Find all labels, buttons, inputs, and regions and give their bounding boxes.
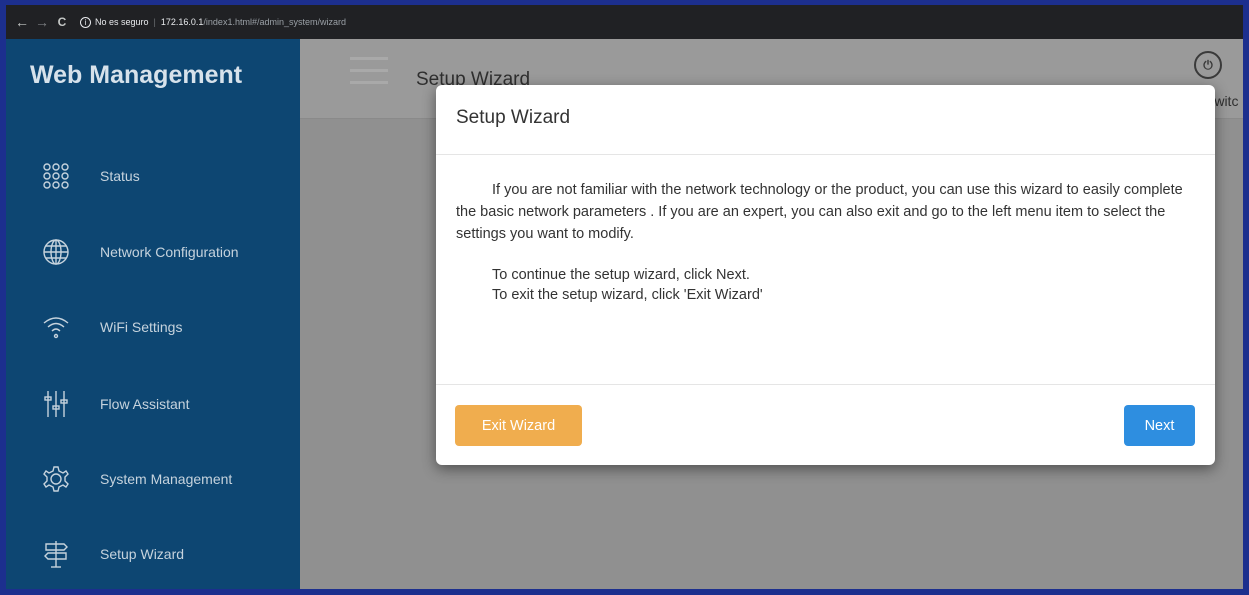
sidebar-item-label: Network Configuration [100, 244, 239, 260]
sidebar: Web Management Status Network Configurat… [6, 39, 300, 589]
sidebar-item-network-configuration[interactable]: Network Configuration [6, 227, 300, 277]
screenshot-frame: ← → C i No es seguro | 172.16.0.1 /index… [0, 0, 1249, 595]
url-host: 172.16.0.1 [160, 17, 204, 27]
gear-icon [39, 462, 73, 496]
url-separator: | [153, 17, 156, 27]
globe-icon [39, 235, 73, 269]
sidebar-item-status[interactable]: Status [6, 151, 300, 201]
dialog-footer: Exit Wizard Next [436, 385, 1215, 465]
sidebar-item-setup-wizard[interactable]: Setup Wizard [6, 529, 300, 579]
sidebar-item-label: System Management [100, 471, 233, 487]
sliders-icon [39, 387, 73, 421]
back-button[interactable]: ← [12, 14, 32, 30]
forward-button[interactable]: → [32, 14, 52, 30]
sidebar-item-flow-assistant[interactable]: Flow Assistant [6, 379, 300, 429]
security-label: No es seguro [95, 17, 149, 27]
wifi-icon [39, 310, 73, 344]
grid-dots-icon [39, 159, 73, 193]
setup-wizard-dialog: Setup Wizard If you are not familiar wit… [436, 85, 1215, 465]
dialog-title: Setup Wizard [456, 107, 571, 128]
instructions: To continue the setup wizard, click Next… [456, 265, 1195, 305]
sidebar-item-system-management[interactable]: System Management [6, 454, 300, 504]
reload-button[interactable]: C [52, 15, 72, 29]
address-bar[interactable]: i No es seguro | 172.16.0.1 /index1.html… [80, 16, 346, 28]
sidebar-item-label: Status [100, 168, 140, 184]
dialog-header: Setup Wizard [436, 85, 1215, 155]
browser-toolbar: ← → C i No es seguro | 172.16.0.1 /index… [6, 5, 1243, 39]
exit-wizard-button[interactable]: Exit Wizard [455, 405, 582, 446]
exit-instruction: To exit the setup wizard, click 'Exit Wi… [492, 287, 763, 303]
power-icon[interactable]: ⏻ [1194, 51, 1222, 79]
sidebar-item-label: WiFi Settings [100, 319, 183, 335]
url-path: /index1.html#/admin_system/wizard [203, 17, 346, 27]
brand-title: Web Management [30, 61, 243, 89]
sidebar-item-label: Setup Wizard [100, 546, 185, 562]
signpost-icon [39, 537, 73, 571]
menu-toggle-icon[interactable] [350, 57, 388, 97]
dialog-body: If you are not familiar with the network… [436, 155, 1215, 385]
intro-text: If you are not familiar with the network… [456, 182, 1183, 242]
sidebar-item-label: Flow Assistant [100, 396, 190, 412]
info-icon[interactable]: i [80, 16, 91, 28]
next-instruction: To continue the setup wizard, click Next… [492, 267, 750, 283]
next-button[interactable]: Next [1124, 405, 1195, 446]
sidebar-item-wifi-settings[interactable]: WiFi Settings [6, 302, 300, 352]
